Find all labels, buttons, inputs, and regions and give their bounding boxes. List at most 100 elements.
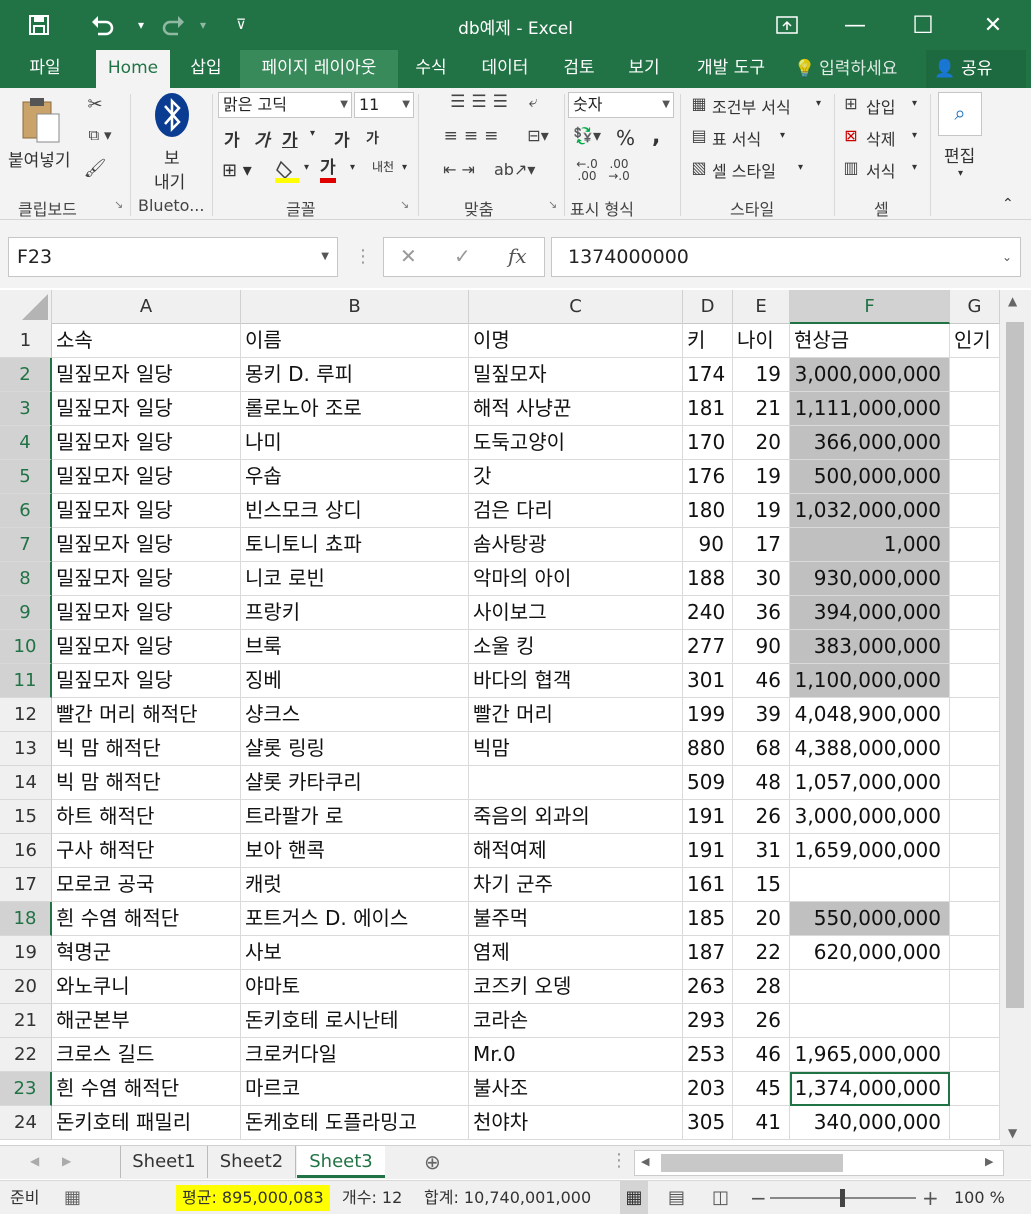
cell-g[interactable] <box>950 664 1000 698</box>
next-sheet-icon[interactable]: ▶ <box>62 1154 71 1168</box>
cell-b[interactable]: 몽키 D. 루피 <box>241 358 469 392</box>
column-header-a[interactable]: A <box>52 290 241 324</box>
cell-g[interactable] <box>950 1038 1000 1072</box>
scroll-up-icon[interactable]: ▲ <box>1008 294 1017 308</box>
search-icon[interactable]: ⌕ <box>938 92 982 136</box>
scroll-down-icon[interactable]: ▼ <box>1008 1126 1017 1140</box>
column-header-f[interactable]: F <box>790 290 950 324</box>
editing-button[interactable]: 편집 <box>944 142 975 167</box>
cell-f[interactable] <box>790 970 950 1004</box>
column-header-d[interactable]: D <box>683 290 733 324</box>
cell-b[interactable]: 마르코 <box>241 1072 469 1106</box>
cell-g[interactable] <box>950 1106 1000 1140</box>
bold-button[interactable]: 가 <box>224 126 240 151</box>
close-button[interactable]: ✕ <box>970 0 1016 50</box>
orientation-icon[interactable]: ab↗▾ <box>494 160 535 179</box>
cell-a[interactable]: 빅 맘 해적단 <box>52 732 241 766</box>
cell-d[interactable]: 880 <box>683 732 733 766</box>
cell-e[interactable]: 36 <box>733 596 790 630</box>
cell-c[interactable]: 차기 군주 <box>469 868 683 902</box>
cell-c[interactable]: 해적 사냥꾼 <box>469 392 683 426</box>
zoom-out-icon[interactable]: − <box>750 1181 767 1214</box>
cell-e[interactable]: 19 <box>733 494 790 528</box>
cell-g[interactable] <box>950 460 1000 494</box>
cell-g[interactable] <box>950 528 1000 562</box>
cell-g[interactable] <box>950 800 1000 834</box>
cell-f[interactable]: 394,000,000 <box>790 596 950 630</box>
cell-d[interactable]: 191 <box>683 800 733 834</box>
cell-c[interactable]: 불주먹 <box>469 902 683 936</box>
column-header-g[interactable]: G <box>950 290 1000 324</box>
cell-b[interactable]: 롤로노아 조로 <box>241 392 469 426</box>
cell-b[interactable]: 브룩 <box>241 630 469 664</box>
cell-e[interactable]: 46 <box>733 1038 790 1072</box>
maximize-button[interactable]: ☐ <box>900 0 946 50</box>
cell-a[interactable]: 혁명군 <box>52 936 241 970</box>
average-status[interactable]: 평균: 895,000,083 <box>176 1185 330 1211</box>
count-status[interactable]: 개수: 12 <box>342 1181 402 1214</box>
horizontal-scroll-thumb[interactable] <box>661 1154 843 1172</box>
cell-b[interactable]: 니코 로빈 <box>241 562 469 596</box>
cell-f[interactable]: 620,000,000 <box>790 936 950 970</box>
cell-e[interactable]: 19 <box>733 358 790 392</box>
cell-d[interactable]: 199 <box>683 698 733 732</box>
sheet-tab-3[interactable]: Sheet3 <box>297 1146 385 1178</box>
tab-file[interactable]: 파일 <box>10 50 80 88</box>
cell-c[interactable]: 천야차 <box>469 1106 683 1140</box>
cell-e[interactable]: 19 <box>733 460 790 494</box>
insert-function-button[interactable]: fx <box>508 244 527 268</box>
horizontal-align-icons[interactable]: ≡≡≡ <box>424 126 524 146</box>
font-name-select[interactable]: 맑은 고딕 ▼ <box>218 92 352 118</box>
confirm-entry-button[interactable]: ✓ <box>454 244 471 268</box>
cell-c[interactable]: 불사조 <box>469 1072 683 1106</box>
cell-c[interactable]: 도둑고양이 <box>469 426 683 460</box>
cell-f[interactable]: 4,388,000,000 <box>790 732 950 766</box>
cell-a[interactable]: 밀짚모자 일당 <box>52 460 241 494</box>
column-header-c[interactable]: C <box>469 290 683 324</box>
add-sheet-icon[interactable]: ⊕ <box>424 1150 441 1174</box>
cell-d[interactable]: 191 <box>683 834 733 868</box>
indent-icons[interactable]: ⇤ ⇥ <box>424 160 494 179</box>
cell-c[interactable]: 이명 <box>469 324 683 358</box>
tab-view[interactable]: 보기 <box>616 50 672 88</box>
cell-b[interactable]: 샬롯 링링 <box>241 732 469 766</box>
cell-a[interactable]: 흰 수염 해적단 <box>52 902 241 936</box>
conditional-format-button[interactable]: 조건부 서식 <box>712 94 791 118</box>
cell-e[interactable]: 30 <box>733 562 790 596</box>
percent-style-button[interactable]: % <box>616 126 635 150</box>
bluetooth-icon[interactable] <box>150 92 194 140</box>
underline-dropdown-icon[interactable]: ▾ <box>310 128 315 139</box>
tab-formulas[interactable]: 수식 <box>404 50 458 88</box>
borders-icon[interactable]: ⊞ ▾ <box>222 160 252 181</box>
cell-c[interactable]: 빅맘 <box>469 732 683 766</box>
cell-a[interactable]: 하트 해적단 <box>52 800 241 834</box>
cell-e[interactable]: 48 <box>733 766 790 800</box>
cell-g[interactable] <box>950 902 1000 936</box>
cell-b[interactable]: 샬롯 카타쿠리 <box>241 766 469 800</box>
name-box[interactable]: F23 ▼ <box>8 237 338 277</box>
cell-a[interactable]: 밀짚모자 일당 <box>52 426 241 460</box>
page-break-view-icon[interactable]: ◫ <box>712 1181 729 1214</box>
cell-d[interactable]: 176 <box>683 460 733 494</box>
cell-f[interactable]: 1,100,000,000 <box>790 664 950 698</box>
cell-d[interactable]: 181 <box>683 392 733 426</box>
share-button[interactable]: 👤 공유 <box>926 50 1026 88</box>
wrap-text-icon[interactable]: ⤶ <box>518 92 548 112</box>
number-format-select[interactable]: 숫자 ▼ <box>568 92 674 118</box>
cell-b[interactable]: 사보 <box>241 936 469 970</box>
cell-c[interactable]: 밀짚모자 <box>469 358 683 392</box>
tab-split-grip-icon[interactable]: ⋮ <box>610 1150 628 1171</box>
cell-c[interactable]: 검은 다리 <box>469 494 683 528</box>
restore-ribbon-icon[interactable] <box>764 0 810 50</box>
font-size-select[interactable]: 11 ▼ <box>354 92 414 118</box>
cell-g[interactable] <box>950 494 1000 528</box>
cell-g[interactable] <box>950 1072 1000 1106</box>
row-header[interactable]: 5 <box>0 460 52 494</box>
insert-cells-button[interactable]: 삽입 <box>866 94 895 118</box>
shrink-font-button[interactable]: 가 <box>366 128 379 148</box>
cell-a[interactable]: 소속 <box>52 324 241 358</box>
cell-d[interactable]: 170 <box>683 426 733 460</box>
underline-button[interactable]: 가 <box>282 126 298 151</box>
cell-f[interactable]: 1,032,000,000 <box>790 494 950 528</box>
format-as-table-button[interactable]: 표 서식 <box>712 126 761 150</box>
